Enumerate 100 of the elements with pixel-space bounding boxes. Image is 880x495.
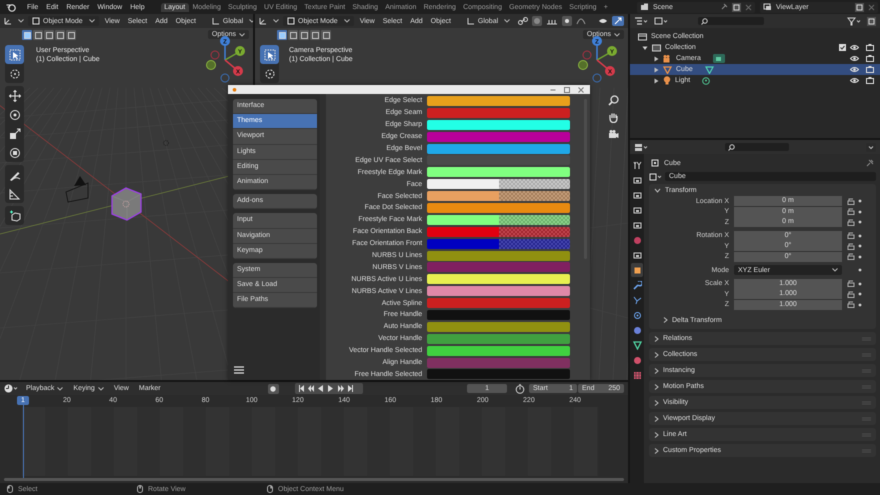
- color-swatch[interactable]: [427, 202, 570, 213]
- color-swatch[interactable]: [427, 238, 570, 249]
- color-swatch[interactable]: [427, 358, 570, 368]
- close-icon[interactable]: [868, 4, 875, 10]
- display-mode-icon[interactable]: [654, 16, 668, 26]
- navigation-gizmo[interactable]: [206, 43, 240, 82]
- app-logo-icon[interactable]: [6, 2, 16, 12]
- filter-icon[interactable]: [847, 16, 861, 26]
- color-swatch[interactable]: [427, 191, 570, 202]
- object-tab[interactable]: [631, 263, 643, 277]
- eye-icon[interactable]: [850, 44, 859, 51]
- wrench-tab[interactable]: [631, 278, 643, 292]
- stopwatch-icon[interactable]: [515, 384, 526, 394]
- navigation-gizmo[interactable]: [578, 43, 612, 82]
- color-swatch[interactable]: [427, 250, 570, 261]
- playback-controls[interactable]: [294, 383, 363, 394]
- keyframe-dot-icon[interactable]: [858, 234, 862, 238]
- camera-icon[interactable]: [866, 55, 874, 62]
- proportional-edit-icon[interactable]: [562, 16, 572, 26]
- snap-grid-icon[interactable]: [546, 17, 558, 25]
- keyframe-dot-icon[interactable]: [858, 199, 862, 204]
- record-button[interactable]: [268, 384, 279, 394]
- maximize-icon[interactable]: [564, 86, 570, 92]
- keyframe-dot-icon[interactable]: [858, 268, 862, 272]
- color-swatch[interactable]: [427, 322, 570, 332]
- cube-drawing[interactable]: [111, 187, 142, 221]
- camera-icon[interactable]: [866, 44, 874, 51]
- color-swatch[interactable]: [427, 96, 570, 106]
- close-icon[interactable]: [578, 86, 584, 92]
- keyframe-dot-icon[interactable]: [858, 220, 862, 224]
- eye-icon[interactable]: [850, 66, 859, 73]
- keyframe-dot-icon[interactable]: [858, 210, 862, 214]
- lock-icon[interactable]: [847, 218, 855, 226]
- color-swatch[interactable]: [427, 346, 570, 356]
- editor-type-button[interactable]: [259, 17, 279, 25]
- close-icon[interactable]: [745, 4, 752, 10]
- new-collection-icon[interactable]: [867, 16, 876, 26]
- properties-editor-icon[interactable]: [634, 142, 648, 152]
- list-icon[interactable]: [634, 16, 648, 26]
- eye-icon[interactable]: [850, 77, 859, 84]
- color-swatch[interactable]: [427, 286, 570, 296]
- color-swatch[interactable]: [427, 310, 570, 320]
- checkbox[interactable]: [839, 44, 846, 51]
- copy-icon[interactable]: [732, 2, 741, 12]
- keyframe-dot-icon[interactable]: [858, 282, 862, 286]
- camera-icon[interactable]: [866, 77, 874, 84]
- select-tool-button[interactable]: [5, 45, 24, 64]
- menu-icon[interactable]: [234, 366, 244, 374]
- keyframe-dot-icon[interactable]: [858, 292, 862, 296]
- color-swatch[interactable]: [427, 179, 570, 190]
- color-swatch[interactable]: [427, 132, 570, 142]
- keyframe-dot-icon[interactable]: [858, 254, 862, 259]
- editor-type-button[interactable]: [4, 17, 24, 25]
- color-swatch[interactable]: [427, 120, 570, 130]
- color-swatch[interactable]: [427, 214, 570, 225]
- pin-icon[interactable]: [866, 159, 874, 167]
- lock-icon[interactable]: [847, 232, 855, 240]
- magnet-icon[interactable]: [532, 16, 542, 26]
- keyframe-dot-icon[interactable]: [858, 244, 862, 248]
- keyframe-dot-icon[interactable]: [858, 302, 862, 307]
- eye-icon[interactable]: [850, 55, 859, 62]
- search-field[interactable]: [698, 17, 764, 25]
- color-swatch[interactable]: [427, 369, 570, 380]
- color-swatch[interactable]: [427, 274, 570, 284]
- color-swatch[interactable]: [427, 298, 570, 308]
- lock-icon[interactable]: [847, 290, 855, 298]
- chevron-icon: [57, 386, 64, 390]
- minimize-icon[interactable]: [550, 86, 556, 92]
- lock-icon[interactable]: [847, 242, 855, 250]
- scrollbar[interactable]: [4, 478, 624, 481]
- clock-icon[interactable]: [4, 384, 19, 393]
- light-data-icon[interactable]: [702, 76, 710, 84]
- lock-icon[interactable]: [847, 280, 855, 288]
- select-tool-button[interactable]: [260, 45, 279, 64]
- camera-icon[interactable]: [866, 66, 874, 73]
- hand-icon[interactable]: [608, 112, 619, 123]
- color-swatch[interactable]: [427, 108, 570, 118]
- color-swatch[interactable]: [427, 144, 570, 154]
- zoom-icon[interactable]: [608, 95, 619, 106]
- color-swatch[interactable]: [427, 167, 570, 178]
- camera-data-icon[interactable]: [712, 54, 725, 63]
- copy-icon[interactable]: [855, 2, 864, 12]
- object-icon[interactable]: [649, 172, 663, 180]
- search-field[interactable]: [725, 143, 789, 151]
- falloff-curve-icon[interactable]: [576, 17, 586, 25]
- link-icon[interactable]: [518, 17, 528, 25]
- eye-icon[interactable]: [598, 17, 608, 25]
- color-swatch[interactable]: [427, 334, 570, 344]
- lock-icon[interactable]: [847, 301, 855, 308]
- pin-icon[interactable]: [720, 3, 728, 11]
- camera-icon[interactable]: [608, 129, 619, 140]
- gizmo-toggle-button[interactable]: [612, 16, 624, 26]
- lock-icon[interactable]: [847, 253, 855, 260]
- lock-icon[interactable]: [847, 208, 855, 216]
- color-swatch[interactable]: [427, 155, 570, 166]
- color-swatch[interactable]: [427, 226, 570, 237]
- expanded-arrow-icon[interactable]: [642, 44, 648, 50]
- mesh-data-icon[interactable]: [704, 66, 714, 74]
- lock-icon[interactable]: [847, 198, 855, 205]
- color-swatch[interactable]: [427, 262, 570, 272]
